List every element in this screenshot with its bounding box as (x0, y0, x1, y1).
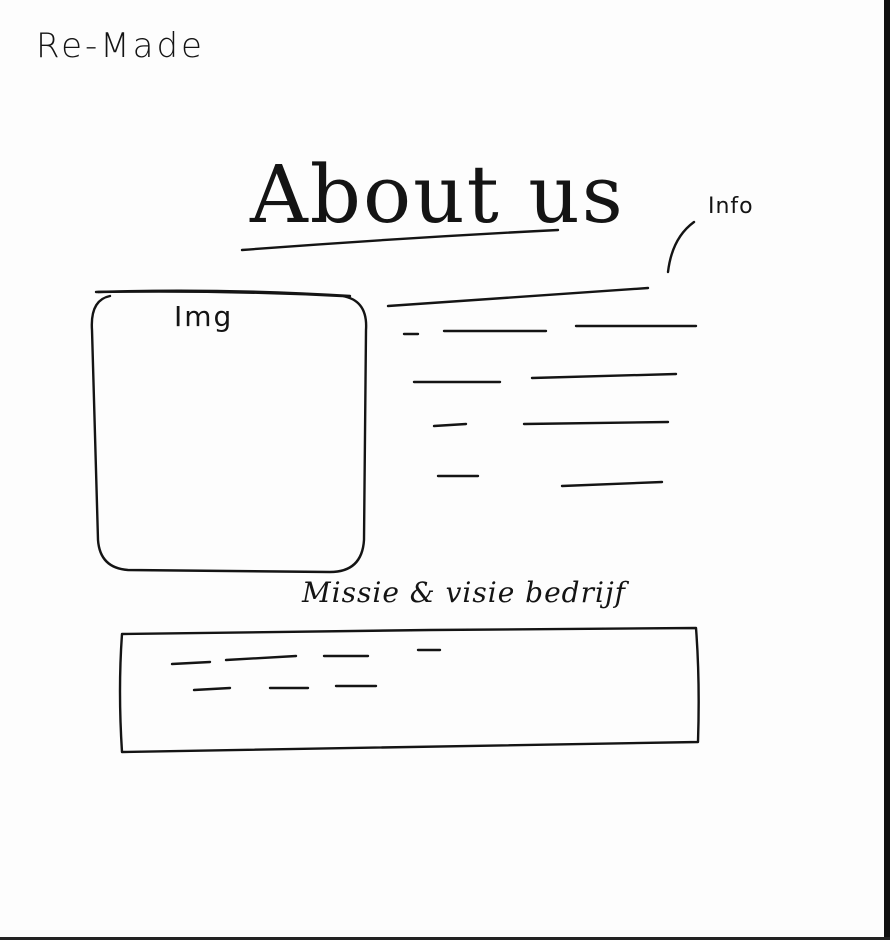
info-line (386, 286, 650, 308)
mission-label: Missie & visie bedrijf (302, 576, 626, 609)
corner-note: Re-Made (36, 26, 205, 66)
info-line (522, 420, 670, 426)
info-line (432, 422, 468, 428)
wireframe-sketch (90, 220, 700, 754)
info-line (530, 372, 678, 380)
image-label: Img (174, 300, 234, 333)
mission-line (192, 686, 232, 692)
info-pointer-line (666, 220, 696, 274)
mission-line (224, 654, 298, 662)
image-placeholder-box (90, 290, 368, 574)
page-title: About us (250, 148, 625, 241)
info-line (560, 480, 664, 488)
info-label: Info (708, 194, 754, 219)
mission-line (170, 660, 212, 666)
